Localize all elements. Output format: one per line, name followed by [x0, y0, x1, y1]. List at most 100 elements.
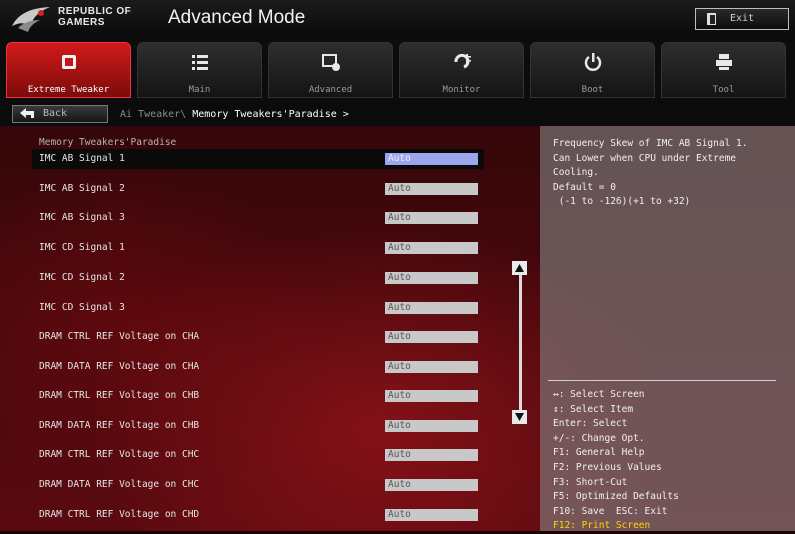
key-hint: F1: General Help [553, 447, 645, 459]
key-hint: F3: Short-Cut [553, 476, 628, 488]
setting-value-dropdown[interactable]: Auto [385, 183, 478, 195]
help-line: Frequency Skew of IMC AB Signal 1. [553, 138, 748, 149]
back-arrow-icon [20, 108, 34, 118]
setting-row[interactable]: IMC CD Signal 2 Auto [32, 268, 484, 288]
help-line: Cooling. [553, 167, 599, 178]
tab-tool[interactable]: Tool [661, 42, 786, 98]
setting-row[interactable]: IMC CD Signal 1 Auto [32, 238, 484, 258]
setting-row[interactable]: DRAM DATA REF Voltage on CHA Auto [32, 357, 484, 377]
tab-label: Monitor [442, 85, 481, 95]
setting-row[interactable]: IMC AB Signal 3 Auto [32, 208, 484, 228]
back-button[interactable]: Back [12, 105, 108, 123]
divider [548, 380, 776, 381]
tab-label: Tool [712, 85, 735, 95]
title-bar: REPUBLIC OF GAMERS Advanced Mode Exit [0, 0, 795, 39]
breadcrumb-current: Memory Tweakers'Paradise > [192, 109, 349, 120]
main-tab-bar: Extreme Tweaker Main Advanced Monitor Bo… [0, 38, 795, 101]
help-line: (-1 to -126)(+1 to +32) [553, 196, 691, 207]
back-label: Back [43, 108, 68, 119]
tab-advanced[interactable]: Advanced [268, 42, 393, 98]
key-hint: F10: Save ESC: Exit [553, 505, 668, 517]
tab-main[interactable]: Main [137, 42, 262, 98]
mode-title: Advanced Mode [168, 7, 306, 28]
setting-row[interactable]: IMC AB Signal 1 Auto [32, 149, 484, 169]
tab-label: Main [188, 85, 211, 95]
setting-label: DRAM DATA REF Voltage on CHA [39, 361, 200, 372]
exit-door-icon [707, 13, 716, 25]
key-hint: ↕: Select Item [553, 403, 634, 415]
tool-printer-icon [715, 54, 732, 70]
setting-label: DRAM CTRL REF Voltage on CHB [39, 390, 200, 401]
tab-label: Advanced [308, 85, 353, 95]
setting-row[interactable]: IMC AB Signal 2 Auto [32, 179, 484, 199]
help-line: Can Lower when CPU under Extreme [553, 152, 737, 164]
breadcrumb-parent[interactable]: Ai Tweaker\ [120, 109, 192, 120]
power-icon [584, 53, 601, 71]
tab-extreme-tweaker[interactable]: Extreme Tweaker [6, 42, 131, 98]
setting-label: DRAM CTRL REF Voltage on CHC [39, 449, 200, 460]
setting-value-dropdown[interactable]: Auto [385, 212, 478, 224]
setting-row[interactable]: DRAM CTRL REF Voltage on CHA Auto [32, 327, 484, 347]
brand-logo-text: REPUBLIC OF GAMERS [58, 6, 131, 28]
brand-line-2: GAMERS [58, 17, 105, 28]
settings-list-panel: Memory Tweakers'Paradise IMC AB Signal 1… [0, 126, 540, 531]
scrollbar-track[interactable] [519, 269, 522, 414]
down-arrow-icon [515, 413, 524, 421]
exit-button[interactable]: Exit [695, 8, 789, 30]
setting-value-dropdown[interactable]: Auto [385, 361, 478, 373]
help-panel: Frequency Skew of IMC AB Signal 1. Can L… [540, 126, 795, 531]
help-description: Frequency Skew of IMC AB Signal 1. Can L… [553, 137, 788, 210]
tab-monitor[interactable]: Monitor [399, 42, 524, 98]
setting-label: DRAM DATA REF Voltage on CHC [39, 479, 200, 490]
key-hint: +/-: Change Opt. [553, 432, 645, 444]
setting-label: DRAM DATA REF Voltage on CHB [39, 420, 200, 431]
main-panel: Memory Tweakers'Paradise IMC AB Signal 1… [0, 126, 795, 531]
setting-row[interactable]: DRAM CTRL REF Voltage on CHB Auto [32, 386, 484, 406]
tab-label: Boot [581, 85, 604, 95]
setting-row[interactable]: DRAM CTRL REF Voltage on CHD Auto [32, 505, 484, 525]
setting-row[interactable]: DRAM DATA REF Voltage on CHB Auto [32, 416, 484, 436]
setting-label: IMC AB Signal 3 [39, 212, 125, 223]
setting-value-dropdown[interactable]: Auto [385, 479, 478, 491]
section-title: Memory Tweakers'Paradise [39, 137, 177, 148]
setting-value-dropdown[interactable]: Auto [385, 242, 478, 254]
key-legend: ↔: Select Screen ↕: Select Item Enter: S… [553, 388, 679, 534]
setting-label: DRAM CTRL REF Voltage on CHA [39, 331, 200, 342]
setting-value-dropdown[interactable]: Auto [385, 420, 478, 432]
scroll-up-button[interactable] [512, 261, 527, 275]
setting-value-dropdown[interactable]: Auto [385, 153, 478, 165]
setting-row[interactable]: DRAM CTRL REF Voltage on CHC Auto [32, 445, 484, 465]
setting-row[interactable]: DRAM DATA REF Voltage on CHC Auto [32, 475, 484, 495]
main-list-icon [191, 55, 208, 70]
tab-boot[interactable]: Boot [530, 42, 655, 98]
advanced-chip-icon [321, 54, 340, 71]
setting-value-dropdown[interactable]: Auto [385, 272, 478, 284]
setting-label: DRAM CTRL REF Voltage on CHD [39, 509, 200, 520]
key-hint: ↔: Select Screen [553, 389, 645, 400]
setting-label: IMC AB Signal 2 [39, 183, 125, 194]
setting-value-dropdown[interactable]: Auto [385, 302, 478, 314]
up-arrow-icon [515, 264, 524, 272]
exit-label: Exit [730, 13, 755, 24]
help-line: Default = 0 [553, 181, 616, 193]
rog-logo-icon [12, 7, 50, 32]
key-hint: F5: Optimized Defaults [553, 491, 679, 503]
key-hint-print-screen: F12: Print Screen [553, 520, 651, 532]
setting-label: IMC CD Signal 2 [39, 272, 125, 283]
setting-label: IMC CD Signal 1 [39, 242, 125, 253]
brand-line-1: REPUBLIC OF [58, 6, 132, 17]
setting-label: IMC AB Signal 1 [39, 153, 125, 164]
extreme-tweaker-icon [61, 55, 76, 69]
setting-value-dropdown[interactable]: Auto [385, 331, 478, 343]
scroll-down-button[interactable] [512, 410, 527, 424]
setting-label: IMC CD Signal 3 [39, 302, 125, 313]
setting-row[interactable]: IMC CD Signal 3 Auto [32, 298, 484, 318]
monitor-fan-icon [453, 53, 471, 69]
key-hint: Enter: Select [553, 418, 628, 430]
setting-value-dropdown[interactable]: Auto [385, 390, 478, 402]
setting-value-dropdown[interactable]: Auto [385, 449, 478, 461]
key-hint: F2: Previous Values [553, 461, 662, 473]
breadcrumb: Ai Tweaker\ Memory Tweakers'Paradise > [120, 109, 349, 120]
setting-value-dropdown[interactable]: Auto [385, 509, 478, 521]
tab-label: Extreme Tweaker [27, 85, 110, 95]
